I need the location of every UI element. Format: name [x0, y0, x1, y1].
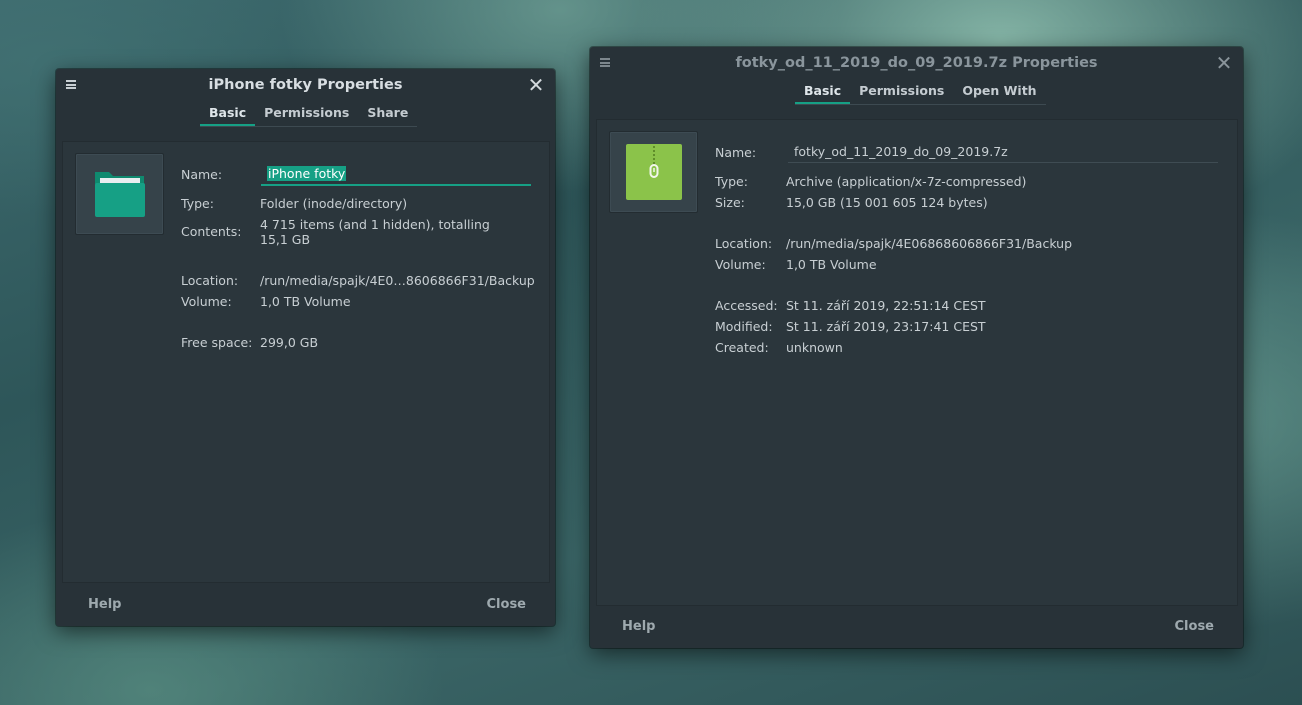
volume-value: 1,0 TB Volume: [786, 257, 877, 272]
tab-open-with[interactable]: Open With: [953, 82, 1045, 104]
close-button[interactable]: Close: [487, 597, 526, 612]
close-window-icon[interactable]: ✕: [1213, 52, 1235, 74]
contents-value-line1: 4 715 items (and 1 hidden), totalling: [260, 217, 490, 232]
volume-value: 1,0 TB Volume: [260, 294, 351, 309]
basic-panel: Name: iPhone fotky Type: Folder (inode/d…: [62, 141, 550, 583]
name-label: Name:: [715, 145, 757, 160]
title-bar[interactable]: fotky_od_11_2019_do_09_2019.7z Propertie…: [590, 47, 1243, 79]
help-button[interactable]: Help: [88, 597, 121, 612]
name-field-text[interactable]: fotky_od_11_2019_do_09_2019.7z: [794, 144, 1008, 159]
volume-label: Volume:: [715, 257, 766, 272]
accessed-label: Accessed:: [715, 298, 778, 313]
archive-icon: [626, 144, 682, 200]
free-space-value: 299,0 GB: [260, 335, 319, 350]
name-field[interactable]: fotky_od_11_2019_do_09_2019.7z: [788, 140, 1218, 163]
tab-basic[interactable]: Basic: [795, 82, 851, 104]
properties-window-archive: fotky_od_11_2019_do_09_2019.7z Propertie…: [590, 47, 1243, 648]
type-value: Folder (inode/directory): [260, 196, 408, 211]
tab-bar: Basic Permissions Open With: [795, 82, 1046, 105]
free-space-label: Free space:: [181, 335, 253, 350]
location-value: /run/media/spajk/4E06868606866F31/Backup: [786, 236, 1073, 251]
name-label: Name:: [181, 167, 223, 182]
modified-label: Modified:: [715, 319, 773, 334]
contents-value-line2: 15,1 GB: [260, 232, 311, 247]
tab-permissions[interactable]: Permissions: [255, 104, 358, 126]
window-title: fotky_od_11_2019_do_09_2019.7z Propertie…: [735, 55, 1098, 71]
help-button[interactable]: Help: [622, 619, 655, 634]
folder-icon: [95, 172, 145, 217]
tab-permissions[interactable]: Permissions: [850, 82, 953, 104]
file-icon-box[interactable]: [75, 153, 164, 235]
type-label: Type:: [715, 174, 748, 189]
created-value: unknown: [786, 340, 843, 355]
title-bar[interactable]: iPhone fotky Properties ✕: [56, 69, 555, 101]
name-field-text[interactable]: iPhone fotky: [267, 166, 347, 181]
size-label: Size:: [715, 195, 745, 210]
location-label: Location:: [715, 236, 773, 251]
file-icon-box[interactable]: [609, 131, 698, 213]
properties-window-folder: iPhone fotky Properties ✕ Basic Permissi…: [56, 69, 555, 626]
type-label: Type:: [181, 196, 214, 211]
close-button[interactable]: Close: [1175, 619, 1214, 634]
volume-label: Volume:: [181, 294, 232, 309]
basic-panel: Name: fotky_od_11_2019_do_09_2019.7z Typ…: [596, 119, 1238, 606]
window-title: iPhone fotky Properties: [208, 77, 403, 93]
size-value: 15,0 GB (15 001 605 124 bytes): [786, 195, 988, 210]
location-value: /run/media/spajk/4E0…8606866F31/Backup: [260, 273, 535, 288]
accessed-value: St 11. září 2019, 22:51:14 CEST: [786, 298, 986, 313]
type-value: Archive (application/x-7z-compressed): [786, 174, 1027, 189]
contents-label: Contents:: [181, 224, 242, 239]
name-field[interactable]: iPhone fotky: [261, 162, 531, 186]
location-label: Location:: [181, 273, 239, 288]
tab-bar: Basic Permissions Share: [200, 104, 418, 127]
close-window-icon[interactable]: ✕: [525, 74, 547, 96]
tab-share[interactable]: Share: [358, 104, 417, 126]
modified-value: St 11. září 2019, 23:17:41 CEST: [786, 319, 986, 334]
created-label: Created:: [715, 340, 769, 355]
tab-basic[interactable]: Basic: [200, 104, 256, 126]
